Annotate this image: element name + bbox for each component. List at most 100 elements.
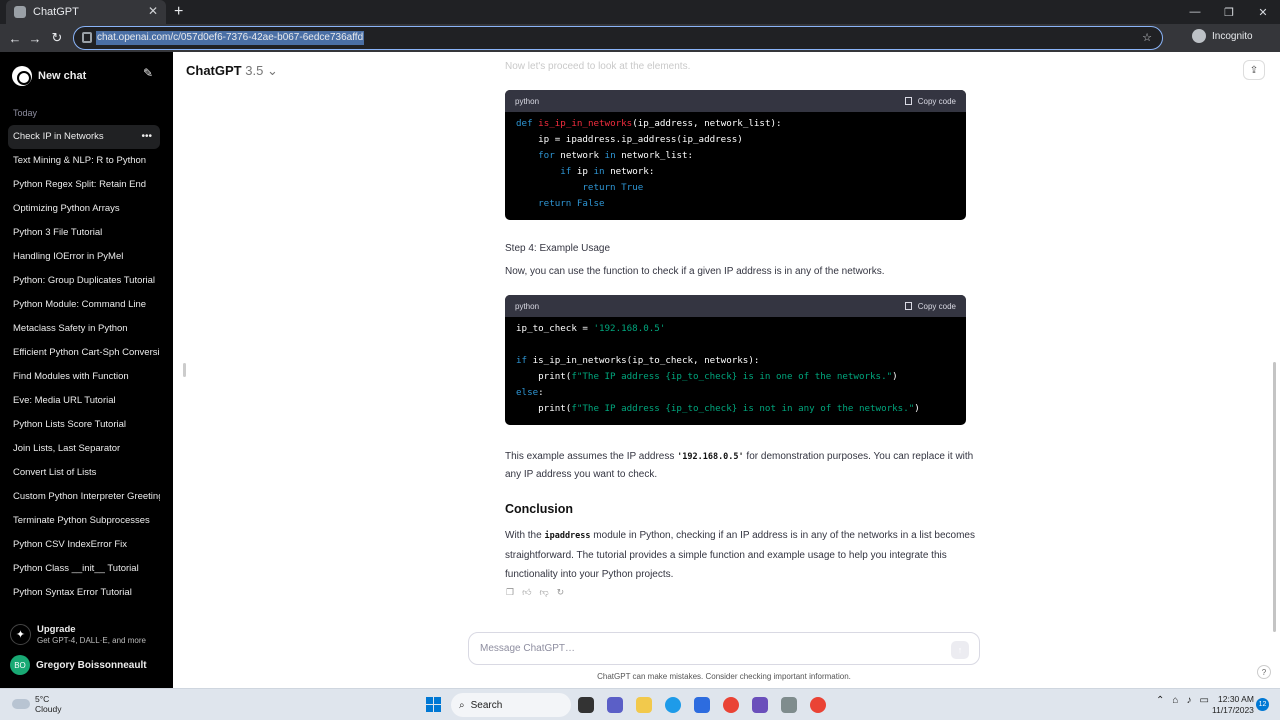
chat-item-label: Python CSV IndexError Fix <box>13 539 128 550</box>
chevron-up-icon[interactable]: ⌃ <box>1156 695 1164 706</box>
inline-code: '192.168.0.5' <box>677 452 744 462</box>
copy-code-button[interactable]: Copy code <box>904 301 956 311</box>
message-input[interactable]: Message ChatGPT… ↑ <box>468 632 980 665</box>
close-tab-icon[interactable]: ✕ <box>148 4 158 18</box>
section-today: Today <box>13 108 38 118</box>
chat-item[interactable]: Find Modules with Function <box>8 365 160 389</box>
clock-date: 11/17/2023 <box>1212 705 1254 715</box>
back-icon[interactable]: ← <box>6 29 24 47</box>
chat-item[interactable]: Python CSV IndexError Fix <box>8 533 160 557</box>
nav-bar: ← → ↻ chat.openai.com/c/057d0ef6-7376-42… <box>0 24 1280 52</box>
network-icon[interactable]: ⌂ <box>1172 695 1178 706</box>
new-chat-button[interactable]: New chat <box>12 66 86 86</box>
volume-icon[interactable]: ♪ <box>1186 695 1191 706</box>
chat-item[interactable]: Handling IOError in PyMel <box>8 245 160 269</box>
chat-item-label: Metaclass Safety in Python <box>13 323 128 334</box>
task-view-icon[interactable] <box>578 697 594 713</box>
app-icon[interactable] <box>752 697 768 713</box>
chat-item[interactable]: Python Lists Score Tutorial <box>8 413 160 437</box>
share-icon[interactable]: ⇪ <box>1243 60 1265 80</box>
weather-temp: 5°C <box>35 694 50 704</box>
address-bar[interactable]: chat.openai.com/c/057d0ef6-7376-42ae-b06… <box>73 26 1163 50</box>
browser-tab[interactable]: ChatGPT ✕ <box>6 0 166 24</box>
minimize-icon[interactable]: — <box>1178 0 1212 24</box>
copy-code-button[interactable]: Copy code <box>904 97 956 106</box>
notification-badge[interactable]: 12 <box>1256 698 1269 711</box>
chat-history-list: Check IP in Networks ••• Text Mining & NL… <box>8 125 160 605</box>
chat-item[interactable]: Python Class __init__ Tutorial <box>8 557 160 581</box>
message-placeholder: Message ChatGPT… <box>480 643 576 654</box>
chat-item[interactable]: Python 3 File Tutorial <box>8 221 160 245</box>
chat-item-label: Python Syntax Error Tutorial <box>13 587 132 598</box>
chat-item[interactable]: Efficient Python Cart-Sph Conversion <box>8 341 160 365</box>
new-tab-icon[interactable]: + <box>174 3 183 21</box>
chat-item[interactable]: Check IP in Networks ••• <box>8 125 160 149</box>
chat-item[interactable]: Join Lists, Last Separator <box>8 437 160 461</box>
model-selector[interactable]: ChatGPT 3.5 ⌄ <box>186 63 278 79</box>
conclusion-heading: Conclusion <box>505 502 574 516</box>
system-tray: ⌃ ⌂ ♪ ▭ <box>1156 695 1217 706</box>
taskbar-search[interactable]: ⌕ Search <box>451 693 571 717</box>
chat-item[interactable]: Text Mining & NLP: R to Python <box>8 149 160 173</box>
model-name: ChatGPT <box>186 63 242 78</box>
edge-icon[interactable] <box>665 697 681 713</box>
sidebar-resize-handle[interactable] <box>183 363 186 377</box>
chat-item[interactable]: Metaclass Safety in Python <box>8 317 160 341</box>
faded-text: Now let's proceed to look at the element… <box>505 61 691 72</box>
chat-item-label: Python Lists Score Tutorial <box>13 419 126 430</box>
chat-item[interactable]: Convert List of Lists <box>8 461 160 485</box>
close-window-icon[interactable]: ✕ <box>1246 0 1280 24</box>
avatar: BO <box>10 655 30 675</box>
copy-code-label: Copy code <box>917 301 956 311</box>
clock[interactable]: 12:30 AM 11/17/2023 <box>1212 694 1254 716</box>
upgrade-button[interactable]: ✦ Upgrade Get GPT-4, DALL·E, and more <box>10 624 146 645</box>
weather-widget[interactable]: 5°C Cloudy <box>12 694 61 714</box>
search-label: Search <box>470 699 503 711</box>
bookmark-star-icon[interactable]: ☆ <box>1142 31 1152 44</box>
chrome-icon[interactable] <box>723 697 739 713</box>
scrollbar[interactable] <box>1273 362 1276 632</box>
disclaimer: ChatGPT can make mistakes. Consider chec… <box>597 672 851 681</box>
thumbs-down-icon[interactable]: 👎︎ <box>539 587 548 598</box>
chat-item[interactable]: Python Module: Command Line <box>8 293 160 317</box>
windows-start-icon[interactable] <box>426 697 441 712</box>
app-icon[interactable] <box>781 697 797 713</box>
reload-icon[interactable]: ↻ <box>48 29 66 47</box>
site-info-icon[interactable] <box>82 32 92 43</box>
example-paragraph: This example assumes the IP address '192… <box>505 448 975 484</box>
teams-chat-icon[interactable] <box>607 697 623 713</box>
chat-item-label: Text Mining & NLP: R to Python <box>13 155 147 166</box>
send-icon[interactable]: ↑ <box>951 641 969 659</box>
chat-item[interactable]: Python Regex Split: Retain End <box>8 173 160 197</box>
chat-item[interactable]: Optimizing Python Arrays <box>8 197 160 221</box>
chat-item[interactable]: Terminate Python Subprocesses <box>8 509 160 533</box>
chrome-icon[interactable] <box>810 697 826 713</box>
chat-item[interactable]: Python Syntax Error Tutorial <box>8 581 160 605</box>
store-icon[interactable] <box>694 697 710 713</box>
taskbar-apps <box>578 697 839 713</box>
thumbs-up-icon[interactable]: 👍︎ <box>522 587 531 598</box>
file-explorer-icon[interactable] <box>636 697 652 713</box>
sparkle-icon: ✦ <box>10 624 31 645</box>
regenerate-icon[interactable]: ↻ <box>557 587 565 598</box>
help-icon[interactable]: ? <box>1257 665 1271 679</box>
chat-item[interactable]: Eve: Media URL Tutorial <box>8 389 160 413</box>
chat-item[interactable]: Python: Group Duplicates Tutorial <box>8 269 160 293</box>
more-options-icon[interactable]: ••• <box>141 125 152 149</box>
tab-strip: ChatGPT ✕ + — ❐ ✕ <box>0 0 1280 24</box>
inline-code: ipaddress <box>544 531 591 541</box>
upgrade-title: Upgrade <box>37 624 76 635</box>
incognito-indicator[interactable]: Incognito <box>1192 29 1253 43</box>
tab-title: ChatGPT <box>33 6 79 18</box>
restore-icon[interactable]: ❐ <box>1212 0 1246 24</box>
user-menu[interactable]: BO Gregory Boissonneault <box>10 655 147 675</box>
url-text[interactable]: chat.openai.com/c/057d0ef6-7376-42ae-b06… <box>96 31 365 45</box>
chat-item[interactable]: Custom Python Interpreter Greeting <box>8 485 160 509</box>
upgrade-subtitle: Get GPT-4, DALL·E, and more <box>37 636 146 645</box>
copy-icon[interactable]: ❐ <box>506 587 514 598</box>
code-content: ip_to_check = '192.168.0.5' if is_ip_in_… <box>516 323 920 414</box>
compose-icon[interactable]: ✎ <box>143 66 153 80</box>
forward-icon[interactable]: → <box>26 29 44 47</box>
battery-icon[interactable]: ▭ <box>1199 695 1208 706</box>
chat-item-label: Python 3 File Tutorial <box>13 227 103 238</box>
